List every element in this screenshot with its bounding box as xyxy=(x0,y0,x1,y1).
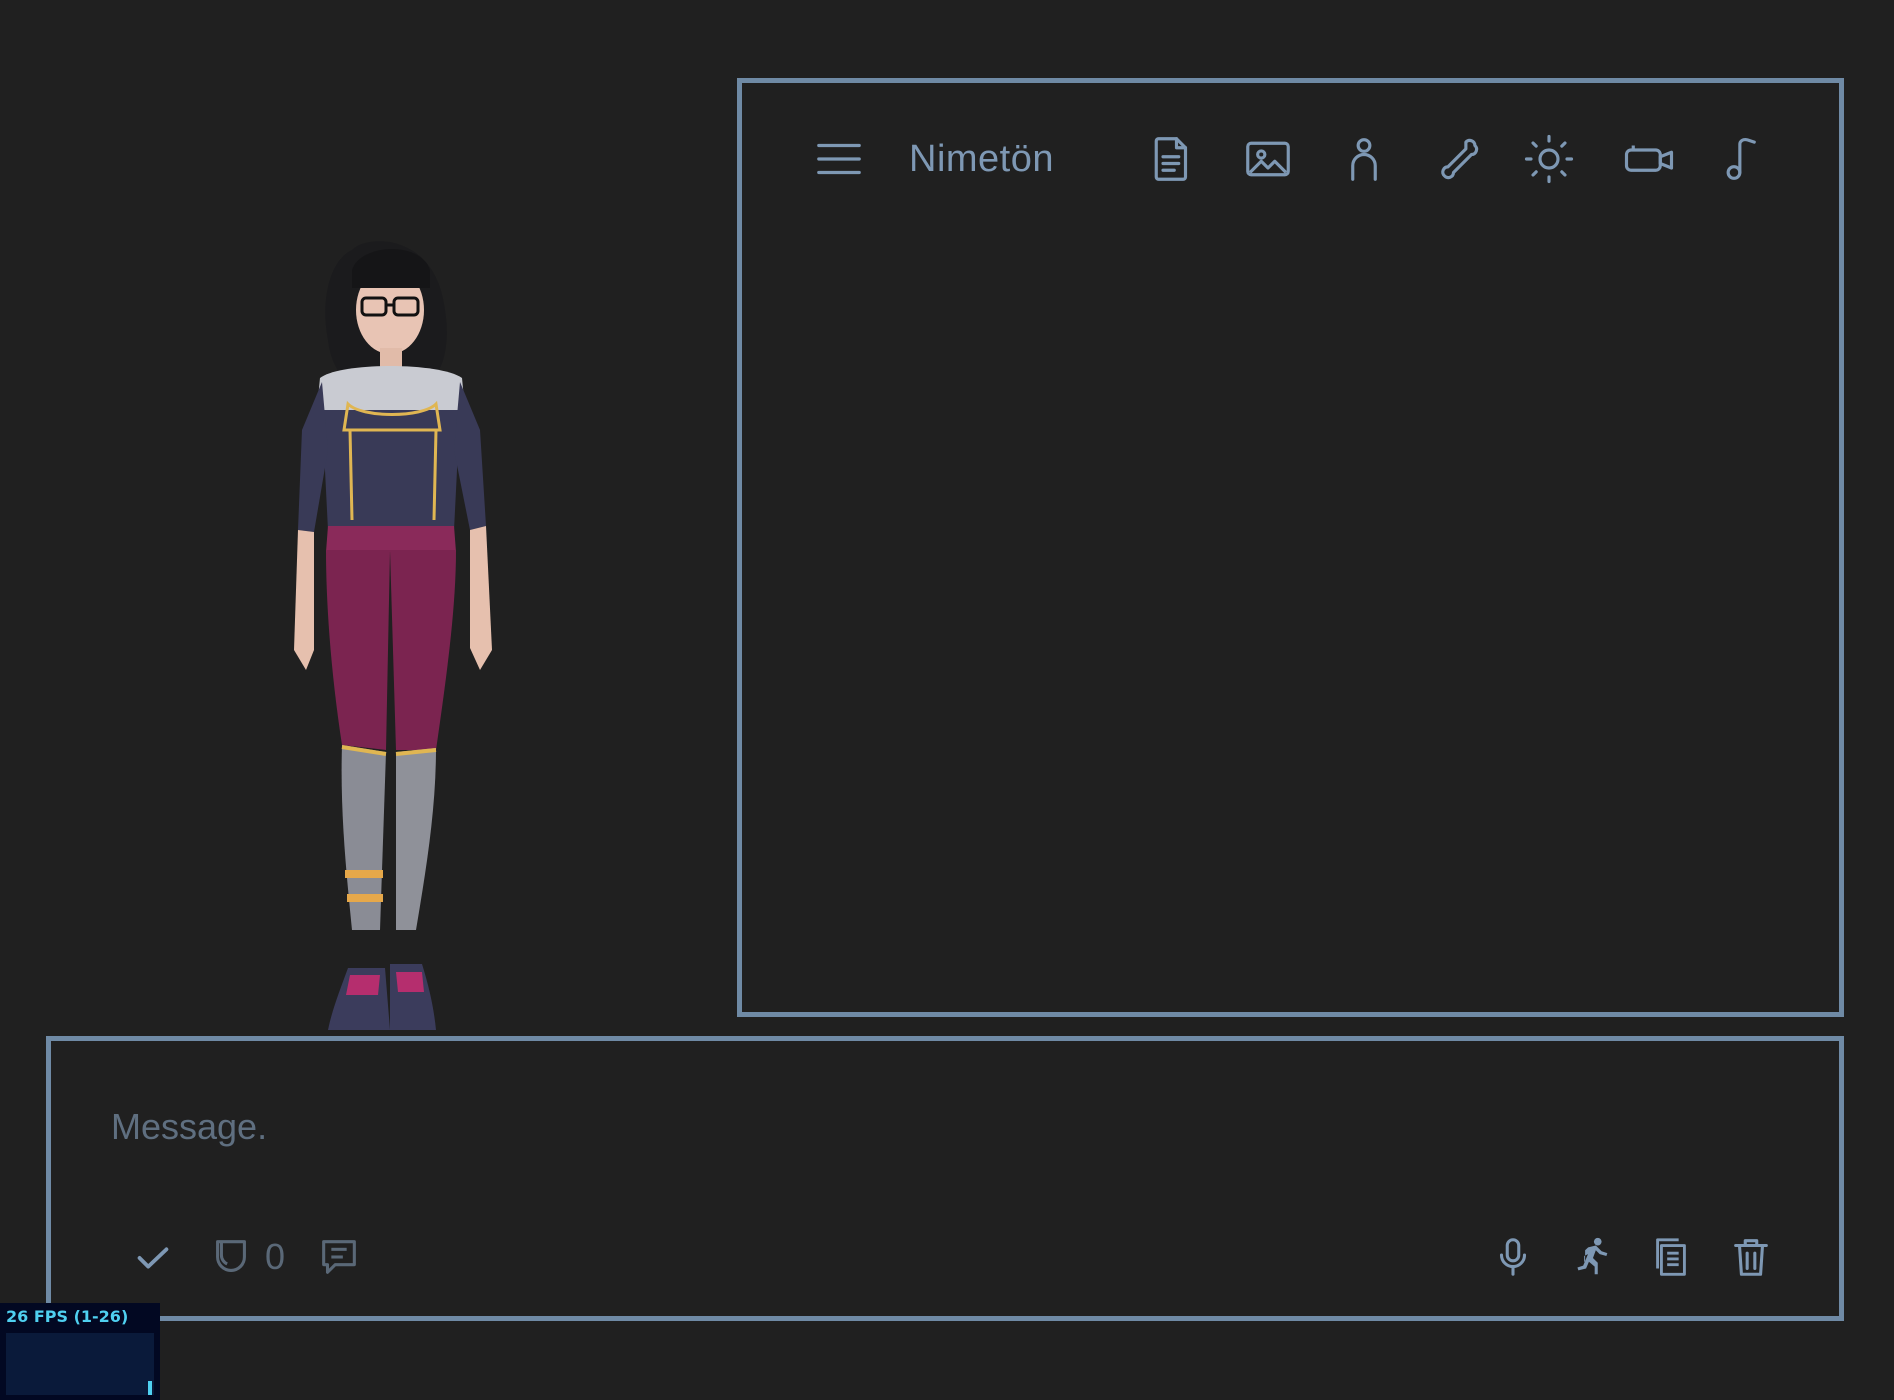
copy-document-icon[interactable] xyxy=(1645,1231,1697,1283)
image-icon[interactable] xyxy=(1238,123,1298,195)
document-icon[interactable] xyxy=(1142,123,1202,195)
bone-icon[interactable] xyxy=(1428,123,1488,195)
camera-icon[interactable] xyxy=(1619,123,1679,195)
music-icon[interactable] xyxy=(1713,123,1773,195)
message-input[interactable] xyxy=(111,1097,1711,1157)
message-bar: 0 xyxy=(46,1036,1844,1321)
menu-icon[interactable] xyxy=(809,123,869,195)
app-stage: Nimetön Message. 0 26 FPS (1-26) xyxy=(0,0,1894,1400)
token-count: 0 xyxy=(265,1236,286,1277)
running-icon[interactable] xyxy=(1566,1231,1618,1283)
main-panel: Nimetön xyxy=(737,78,1844,1017)
avatar-3d-character xyxy=(240,230,540,1038)
check-icon[interactable] xyxy=(127,1231,179,1283)
trash-icon[interactable] xyxy=(1725,1231,1777,1283)
pocket-icon[interactable] xyxy=(205,1231,257,1283)
microphone-icon[interactable] xyxy=(1487,1231,1539,1283)
person-icon[interactable] xyxy=(1334,123,1394,195)
fps-graph xyxy=(6,1333,154,1395)
fps-label: 26 FPS (1-26) xyxy=(6,1307,129,1326)
fps-meter: 26 FPS (1-26) xyxy=(0,1303,160,1400)
fps-graph-bar xyxy=(148,1381,152,1395)
sun-icon[interactable] xyxy=(1519,123,1579,195)
panel-toolbar: Nimetön xyxy=(742,123,1839,195)
panel-title: Nimetön xyxy=(909,138,1054,180)
chat-icon[interactable] xyxy=(313,1231,365,1283)
